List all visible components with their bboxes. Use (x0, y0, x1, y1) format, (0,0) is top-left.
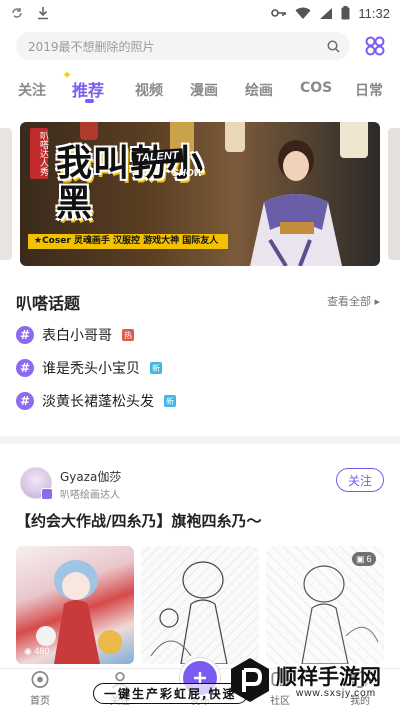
status-bar: 11:32 (0, 0, 400, 26)
new-badge: 新 (150, 362, 162, 374)
view-count: ◉ 480 (24, 646, 49, 657)
tab-recommend[interactable]: 推荐 (72, 77, 104, 101)
eye-icon: ◉ (24, 646, 32, 656)
battery-icon (341, 6, 350, 20)
banner-next-peek[interactable] (388, 128, 400, 260)
image-count-value: 6 (366, 554, 372, 564)
grid-menu-icon[interactable] (364, 35, 386, 57)
banner-person-illustration (250, 140, 342, 266)
hot-badge: 热 (122, 329, 134, 341)
home-icon (31, 671, 49, 688)
hashtag-icon: # (16, 392, 34, 410)
author-role: 叭嗒绘画达人 (60, 490, 120, 501)
search-input[interactable]: 2019最不想删除的照片 (16, 32, 350, 60)
status-left (10, 6, 50, 20)
topic-item[interactable]: # 淡黄长裙蓬松头发 新 (16, 390, 176, 412)
gallery-icon: ▣ (356, 553, 365, 564)
banner-tag-strip: ★Coser 灵魂画手 汉服控 游戏大神 国际友人 (28, 234, 228, 249)
topic-label: 谁是秃头小宝贝 (42, 361, 140, 377)
post-image-2-art (150, 561, 228, 664)
tab-video[interactable]: 视频 (135, 80, 163, 100)
search-row: 2019最不想删除的照片 (16, 32, 388, 60)
author-name[interactable]: Gyaza伽莎 (60, 468, 121, 485)
image-count-badge: ▣ 6 (352, 552, 376, 566)
sync-icon (12, 8, 22, 18)
follow-button[interactable]: 关注 (336, 468, 384, 492)
download-icon (38, 7, 48, 20)
topic-item[interactable]: # 表白小哥哥 热 (16, 324, 134, 346)
watermark-url: www.sxsjy.com (296, 688, 377, 699)
tab-painting[interactable]: 绘画 (245, 80, 273, 100)
tab-following[interactable]: 关注 (18, 80, 46, 100)
wifi-icon (295, 7, 311, 19)
chevron-right-icon: ▸ (374, 295, 380, 308)
view-count-value: 480 (34, 646, 50, 656)
new-badge: 新 (164, 395, 176, 407)
banner-prev-peek[interactable] (0, 128, 12, 260)
topic-label: 表白小哥哥 (42, 328, 112, 344)
key-icon (271, 9, 287, 17)
tab-active-indicator (85, 99, 94, 103)
signal-icon (320, 7, 333, 19)
banner-lantern (80, 122, 98, 140)
category-tabs: 关注 ✦ 推荐 视频 漫画 绘画 COS 日常 (0, 68, 400, 106)
verified-badge-icon (41, 488, 53, 500)
search-placeholder: 2019最不想删除的照片 (28, 39, 155, 54)
tab-daily[interactable]: 日常 (355, 80, 383, 100)
section-divider (0, 436, 400, 444)
nav-home[interactable]: 首页 (10, 669, 70, 710)
banner-show-tag: SHOW (172, 168, 204, 179)
sparkle-icon: ✦ (62, 68, 73, 82)
topic-label: 淡黄长裙蓬松头发 (42, 394, 154, 410)
nav-label: 社区 (270, 696, 290, 707)
watermark-brand: 顺祥手游网 (276, 665, 381, 689)
see-all-label: 查看全部 (326, 295, 371, 308)
post-title[interactable]: 【约会大作战/四糸乃】旗袍四糸乃～ (16, 510, 261, 531)
post-image-2[interactable] (141, 546, 259, 664)
watermark-slogan: 一键生产彩虹屁,快速 (93, 683, 248, 704)
banner-vertical-label: 叭嗒达人秀 (30, 128, 48, 179)
search-icon[interactable] (327, 39, 340, 53)
topic-item[interactable]: # 谁是秃头小宝贝 新 (16, 357, 162, 379)
featured-banner[interactable]: 叭嗒达人秀 我叫勃小黑 TALENT SHOW ★Coser 灵魂画手 汉服控 … (20, 122, 380, 266)
watermark-logo-icon (231, 658, 269, 702)
hashtag-icon: # (16, 326, 34, 344)
tab-cos[interactable]: COS (300, 80, 332, 96)
topics-section-title: 叭嗒话题 (16, 294, 81, 313)
hashtag-icon: # (16, 359, 34, 377)
status-time: 11:32 (358, 5, 390, 21)
see-all-link[interactable]: 查看全部 ▸ (327, 293, 380, 309)
nav-label: 首页 (30, 696, 50, 707)
tab-comics[interactable]: 漫画 (190, 80, 218, 100)
status-right: 11:32 (271, 6, 390, 21)
